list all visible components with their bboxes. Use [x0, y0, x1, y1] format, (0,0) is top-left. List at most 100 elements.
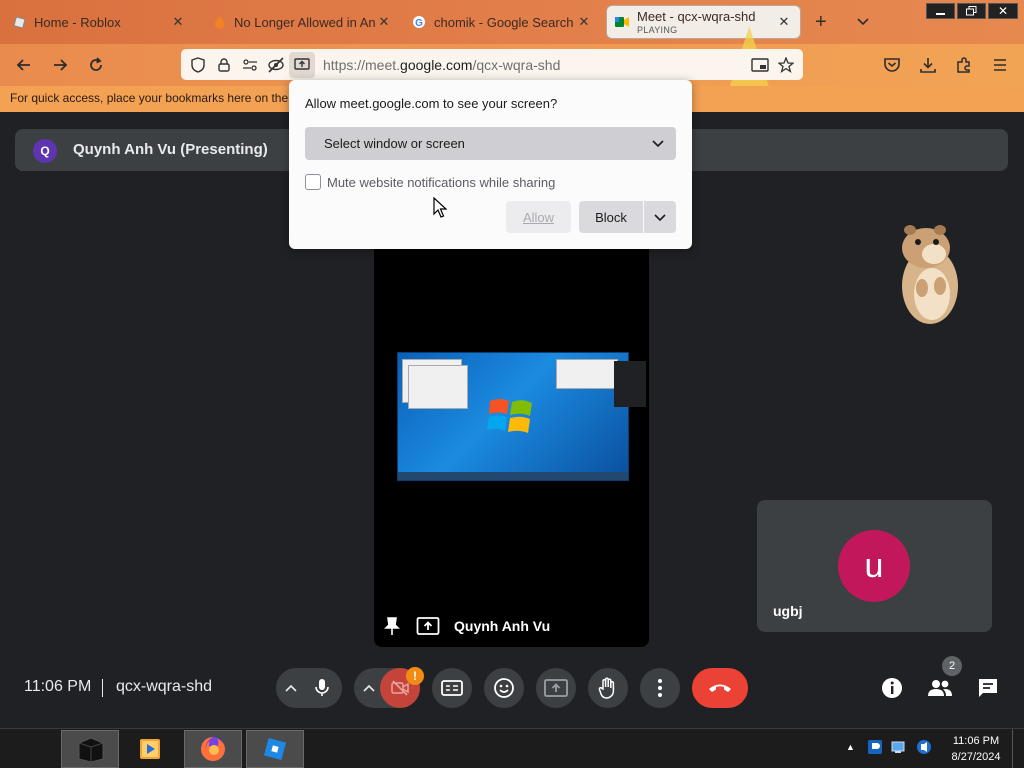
back-button[interactable]	[9, 50, 39, 80]
list-tabs-chevron-icon[interactable]	[856, 12, 872, 32]
meeting-code: qcx-wqra-shd	[116, 678, 213, 695]
restore-button[interactable]	[957, 3, 986, 19]
meet-window-thumbnail	[614, 361, 646, 407]
more-options-button[interactable]	[640, 668, 680, 708]
pocket-icon	[884, 58, 900, 72]
roblox-icon	[12, 15, 26, 29]
stage-participant-name: Quynh Anh Vu	[454, 618, 551, 634]
chevron-down-icon	[652, 140, 664, 148]
reload-button[interactable]	[81, 50, 111, 80]
minimize-button[interactable]	[926, 3, 955, 19]
show-desktop-button[interactable]	[1012, 729, 1024, 768]
allow-button[interactable]: Allow	[506, 201, 571, 233]
taskbar-firefox[interactable]	[184, 730, 242, 768]
volume-icon[interactable]	[915, 738, 933, 761]
meeting-details-button[interactable]	[878, 676, 906, 700]
system-time: 11:06 PM	[952, 735, 1000, 747]
present-to-all-icon	[416, 617, 440, 635]
closed-captions-icon	[441, 680, 463, 696]
bookmark-star-icon[interactable]	[773, 52, 799, 78]
close-tab-icon[interactable]: ✕	[170, 14, 186, 30]
pin-icon[interactable]	[384, 616, 400, 636]
divider	[102, 679, 103, 697]
url-prefix: https://meet.	[323, 56, 401, 73]
more-vert-icon	[658, 679, 662, 697]
tab-label: chomik - Google Search	[434, 14, 574, 30]
system-clock[interactable]: 11:06 PM 8/27/2024	[946, 733, 1006, 765]
preview-taskbar	[398, 472, 628, 480]
window-thumbnail	[556, 359, 618, 389]
video-options-button[interactable]	[360, 678, 378, 698]
tab-label: Home - Roblox	[34, 14, 121, 30]
tray-expand-icon[interactable]: ▲	[846, 742, 855, 752]
picture-in-picture-icon[interactable]	[747, 52, 773, 78]
people-count-badge: 2	[942, 656, 962, 676]
block-button[interactable]: Block	[579, 201, 643, 233]
meet-icon	[615, 15, 629, 29]
screen-share-indicator-icon[interactable]	[289, 51, 315, 78]
tab-roblox[interactable]: Home - Roblox ✕	[4, 4, 194, 40]
lock-icon[interactable]	[211, 52, 237, 78]
close-icon: ✕	[997, 4, 1009, 18]
forward-button[interactable]	[45, 50, 75, 80]
url-host: google.com	[400, 56, 473, 73]
shield-icon[interactable]	[185, 52, 211, 78]
svg-text:G: G	[415, 18, 423, 29]
mouse-cursor-icon	[433, 197, 447, 218]
fire-icon	[212, 15, 226, 29]
url-text: https://meet.google.com/qcx-wqra-shd	[323, 57, 560, 73]
microphone-icon	[315, 679, 329, 696]
people-icon	[928, 680, 952, 696]
downloads-button[interactable]	[913, 50, 943, 80]
presenter-avatar: Q	[33, 139, 57, 163]
extensions-button[interactable]	[949, 50, 979, 80]
block-options-button[interactable]	[644, 201, 676, 233]
tile-tools	[384, 614, 440, 638]
camera-off-icon	[391, 680, 409, 696]
reactions-button[interactable]	[484, 668, 524, 708]
app-menu-button[interactable]	[985, 50, 1015, 80]
permissions-icon[interactable]	[237, 52, 263, 78]
audio-options-button[interactable]	[282, 678, 300, 698]
tab-label: No Longer Allowed in And	[234, 14, 376, 30]
camera-blocked-icon[interactable]	[263, 52, 289, 78]
google-icon: G	[412, 15, 426, 29]
address-bar[interactable]: https://meet.google.com/qcx-wqra-shd	[181, 49, 803, 80]
arrow-right-icon	[54, 59, 68, 71]
microphone-button[interactable]	[302, 668, 342, 708]
raise-hand-button[interactable]	[588, 668, 628, 708]
chat-icon	[979, 679, 997, 697]
emoji-icon	[494, 678, 514, 698]
taskbar-media-player[interactable]	[121, 730, 179, 768]
select-value: Select window or screen	[324, 136, 465, 151]
camera-alert-badge: !	[406, 667, 424, 685]
info-icon	[882, 678, 902, 698]
pocket-button[interactable]	[877, 50, 907, 80]
hamburger-icon	[994, 59, 1006, 71]
taskbar-roblox[interactable]	[246, 730, 304, 768]
tray-app-icon[interactable]	[867, 739, 883, 760]
close-tab-icon[interactable]: ✕	[576, 14, 592, 30]
close-tab-icon[interactable]: ✕	[376, 14, 392, 30]
people-button[interactable]	[926, 676, 954, 700]
mute-notifications-checkbox[interactable]	[305, 174, 321, 190]
close-window-button[interactable]: ✕	[988, 3, 1018, 19]
hand-icon	[598, 677, 615, 699]
window-thumbnail	[408, 365, 468, 409]
present-screen-icon	[544, 679, 568, 697]
reload-icon	[90, 57, 102, 71]
present-now-button[interactable]	[536, 668, 576, 708]
tab-google-search[interactable]: G chomik - Google Search ✕	[404, 4, 600, 40]
tab-article[interactable]: No Longer Allowed in And ✕	[204, 4, 400, 40]
chat-button[interactable]	[974, 676, 1002, 700]
network-icon[interactable]	[891, 740, 905, 759]
firefox-icon	[201, 737, 225, 761]
captions-button[interactable]	[432, 668, 472, 708]
mute-notifications-label[interactable]: Mute website notifications while sharing	[327, 175, 555, 190]
leave-call-button[interactable]	[692, 668, 748, 708]
taskbar-app-box[interactable]	[61, 730, 119, 768]
roblox-studio-icon	[263, 737, 287, 761]
window-or-screen-select[interactable]: Select window or screen	[305, 127, 676, 160]
url-path: /qcx-wqra-shd	[472, 56, 561, 73]
arrow-left-icon	[16, 59, 30, 71]
